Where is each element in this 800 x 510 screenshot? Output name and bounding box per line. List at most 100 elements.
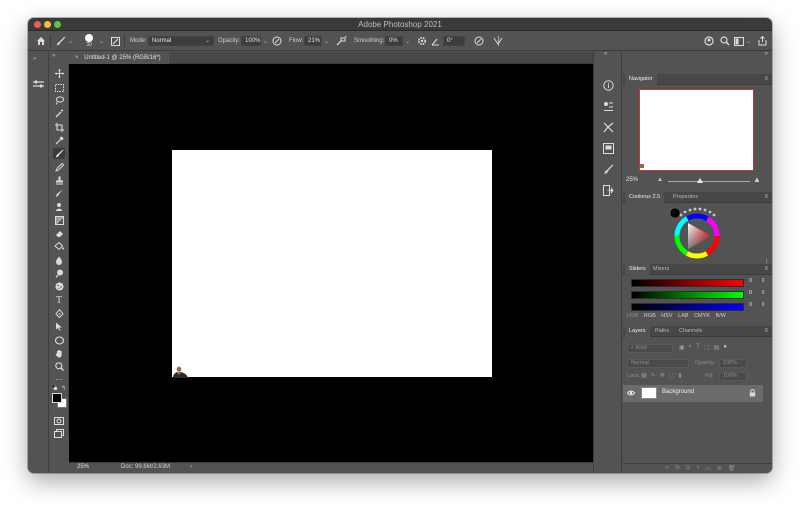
angle-input[interactable]: 0° — [443, 36, 465, 46]
smoothing-input[interactable]: 0% — [385, 36, 403, 46]
chevron-down-icon[interactable]: ⌄ — [405, 38, 410, 45]
default-colors-icon[interactable] — [51, 384, 58, 392]
brush-settings-icon[interactable] — [111, 31, 120, 51]
panel-menu-icon[interactable]: ≡ — [764, 76, 768, 82]
foreground-color-swatch[interactable] — [52, 393, 62, 403]
eraser-tool-icon[interactable] — [53, 228, 65, 239]
mode-cmyk[interactable]: CMYK — [694, 313, 710, 319]
tab-mixers[interactable]: Mixers — [649, 264, 673, 275]
eyedropper-tool-icon[interactable] — [53, 135, 65, 146]
image-filter-icon[interactable]: ▣ — [679, 344, 685, 351]
layer-filter-kind[interactable]: ⌕ Kind — [627, 344, 673, 353]
smart-object-filter-icon[interactable]: ▤ — [714, 344, 720, 351]
clone-source-icon[interactable] — [602, 184, 615, 197]
tab-properties[interactable]: Properties — [669, 192, 702, 203]
collapse-arrows-icon[interactable]: » — [765, 51, 768, 57]
green-slider[interactable]: 0 ⇕ — [627, 290, 769, 300]
screen-mode-icon[interactable] — [53, 428, 65, 439]
marquee-tool-icon[interactable] — [53, 82, 65, 93]
tab-layers[interactable]: Layers — [625, 326, 650, 337]
collapse-arrows-icon[interactable]: » — [33, 56, 36, 62]
layer-opacity-input[interactable]: 100% — [719, 359, 747, 368]
tab-navigator[interactable]: Navigator — [625, 74, 657, 85]
panel-menu-icon[interactable]: ≡ — [764, 194, 768, 200]
panel-menu-icon[interactable]: ≡ — [764, 328, 768, 334]
close-icon[interactable]: × — [75, 55, 79, 61]
type-filter-icon[interactable]: T — [696, 344, 700, 351]
quick-mask-icon[interactable] — [53, 415, 65, 426]
chevron-down-icon[interactable]: ⌄ — [263, 38, 268, 45]
shape-filter-icon[interactable]: ⬚ — [704, 344, 710, 351]
more-tools-icon[interactable]: ··· — [53, 374, 65, 385]
info-icon[interactable] — [602, 79, 615, 92]
flow-input[interactable]: 21% — [304, 36, 322, 46]
fill-input[interactable]: 100% — [719, 372, 747, 381]
zoom-tool-icon[interactable] — [53, 361, 65, 372]
color-wheel[interactable] — [669, 207, 725, 263]
mode-hsb[interactable]: HSB — [627, 313, 638, 319]
search-icon[interactable] — [720, 31, 730, 51]
fx-icon[interactable]: fx — [675, 465, 680, 472]
lock-artboard-icon[interactable]: ⬚ — [669, 372, 675, 379]
lock-position-icon[interactable]: ✥ — [660, 372, 665, 379]
mode-select[interactable]: Normal ⌄ — [148, 36, 214, 46]
document-canvas[interactable] — [172, 150, 492, 377]
new-layer-icon[interactable]: ⊞ — [717, 465, 722, 472]
brush-tool-icon[interactable] — [53, 148, 65, 159]
brush-settings-panel-icon[interactable] — [602, 163, 615, 176]
swap-colors-icon[interactable]: ↰ — [61, 385, 66, 392]
navigator-preview[interactable] — [639, 89, 754, 171]
stepper-icon[interactable]: ⇕ — [761, 290, 766, 296]
pencil-tool-icon[interactable] — [53, 162, 65, 173]
tab-sliders[interactable]: Sliders — [625, 264, 650, 275]
tab-paths[interactable]: Paths — [651, 326, 673, 337]
blur-tool-icon[interactable] — [53, 255, 65, 266]
brush-tool-preset[interactable]: ⌄ — [56, 31, 73, 51]
magic-wand-tool-icon[interactable] — [53, 108, 65, 119]
navigator-zoom-value[interactable]: 25% — [626, 177, 638, 183]
airbrush-icon[interactable] — [336, 31, 347, 51]
blend-mode-select[interactable]: Normal — [627, 359, 689, 368]
swatches-icon[interactable] — [602, 121, 615, 134]
blue-slider[interactable]: 0 ⇕ — [627, 302, 769, 312]
lock-all-icon[interactable]: ▮ — [678, 372, 681, 379]
zoom-level-input[interactable]: 25% — [77, 464, 89, 470]
adjustments-icon[interactable] — [602, 100, 615, 113]
dodge-tool-icon[interactable] — [53, 268, 65, 279]
symmetry-icon[interactable] — [493, 31, 504, 51]
mode-lab[interactable]: LAB — [678, 313, 688, 319]
history-brush-tool-icon[interactable] — [53, 188, 65, 199]
pen-tool-icon[interactable] — [53, 308, 65, 319]
path-selection-tool-icon[interactable] — [53, 321, 65, 332]
collapse-arrows-icon[interactable]: » — [52, 53, 55, 59]
clone-stamp-tool-icon[interactable] — [53, 175, 65, 186]
hand-tool-icon[interactable] — [53, 348, 65, 359]
group-icon[interactable]: ▭ — [705, 465, 711, 472]
ellipse-tool-icon[interactable] — [53, 335, 65, 346]
red-slider[interactable]: 0 ⇕ — [627, 278, 769, 288]
document-tab[interactable]: × Untitled-1 @ 25% (RGB/16*) — [69, 52, 169, 64]
chevron-right-icon[interactable]: › — [190, 464, 192, 470]
link-icon[interactable]: ∞ — [665, 465, 669, 472]
move-tool-icon[interactable] — [53, 68, 65, 79]
zoom-in-icon[interactable]: ▲ — [753, 175, 761, 184]
home-icon[interactable] — [36, 31, 46, 51]
gradient-tool-icon[interactable] — [53, 215, 65, 226]
opacity-input[interactable]: 100% — [241, 36, 261, 46]
lasso-tool-icon[interactable] — [53, 95, 65, 106]
zoom-out-icon[interactable]: ▲ — [657, 177, 663, 183]
chevron-down-icon[interactable]: ⌄ — [99, 38, 104, 45]
navigator-zoom-slider[interactable] — [668, 181, 750, 182]
share-icon[interactable] — [758, 31, 767, 51]
trash-icon[interactable]: 🗑 — [728, 465, 736, 472]
workspace-icon[interactable]: ⌄ — [734, 31, 751, 51]
mode-rgb[interactable]: RGB — [644, 313, 656, 319]
filter-toggle-icon[interactable]: ● — [723, 344, 727, 351]
mode-bw[interactable]: B/W — [716, 313, 726, 319]
layer-row[interactable]: Background — [623, 385, 763, 402]
eye-icon[interactable] — [627, 389, 635, 397]
lock-pixels-icon[interactable]: ✎ — [651, 372, 656, 379]
adjustment-layer-icon[interactable]: ◑ — [696, 465, 700, 472]
tab-channels[interactable]: Channels — [675, 326, 706, 337]
collapse-arrows-icon[interactable]: « — [604, 51, 607, 57]
